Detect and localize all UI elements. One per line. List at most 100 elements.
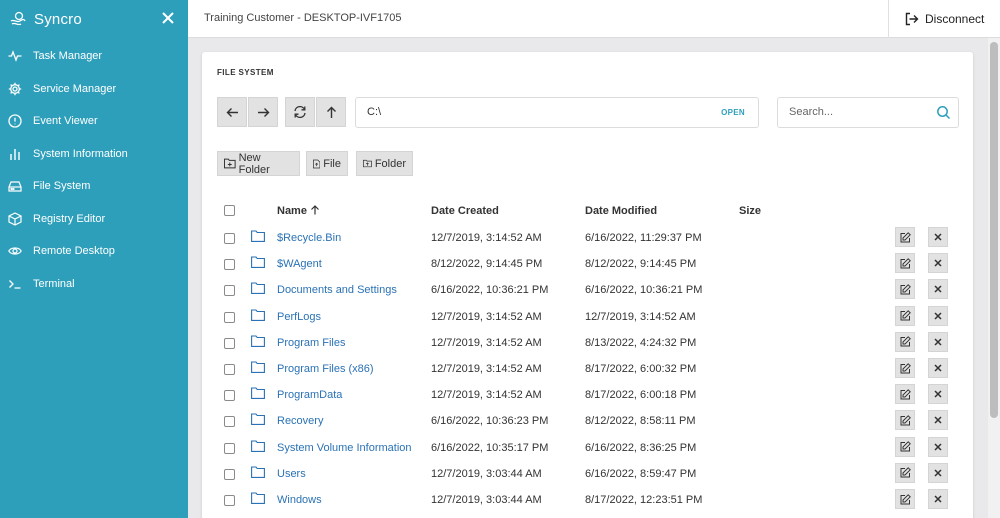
sidebar-item-label: Service Manager bbox=[33, 82, 117, 95]
table-row[interactable]: Recovery 6/16/2022, 10:36:23 PM 8/12/2022,… bbox=[202, 409, 973, 435]
hard-drive-icon bbox=[8, 179, 22, 193]
rename-button[interactable] bbox=[895, 227, 915, 247]
close-icon bbox=[934, 416, 942, 424]
file-name-link[interactable]: PerfLogs bbox=[277, 311, 321, 323]
row-checkbox[interactable] bbox=[224, 364, 235, 375]
rename-button[interactable] bbox=[895, 410, 915, 431]
rename-button[interactable] bbox=[895, 436, 915, 457]
row-checkbox[interactable] bbox=[224, 468, 235, 480]
sidebar-nav: Task Manager Service Manager Event Viewe… bbox=[0, 40, 188, 300]
delete-button[interactable] bbox=[928, 410, 948, 431]
search-box bbox=[777, 97, 959, 128]
file-name-link[interactable]: $Recycle.Bin bbox=[277, 232, 341, 244]
row-checkbox[interactable] bbox=[224, 259, 235, 271]
edit-icon bbox=[900, 283, 911, 295]
file-name-link[interactable]: ProgramData bbox=[277, 389, 342, 401]
file-name-link[interactable]: $WAgent bbox=[277, 258, 322, 270]
sidebar-item-remote-desktop[interactable]: Remote Desktop bbox=[0, 235, 188, 268]
file-name-link[interactable]: Recovery bbox=[277, 415, 323, 427]
search-input[interactable] bbox=[789, 106, 929, 118]
close-icon bbox=[934, 495, 942, 503]
table-row[interactable]: System Volume Information 6/16/2022, 10:3… bbox=[202, 436, 973, 462]
path-input[interactable] bbox=[367, 106, 667, 118]
date-modified: 8/12/2022, 9:14:45 PM bbox=[585, 258, 697, 271]
edit-icon bbox=[900, 231, 911, 242]
delete-button[interactable] bbox=[928, 227, 948, 247]
file-label: File bbox=[323, 157, 341, 170]
back-button[interactable] bbox=[217, 97, 247, 127]
delete-button[interactable] bbox=[928, 358, 948, 378]
sidebar-item-service-manager[interactable]: Service Manager bbox=[0, 73, 188, 106]
select-all-checkbox[interactable] bbox=[224, 205, 235, 216]
close-sidebar-button[interactable] bbox=[160, 10, 176, 26]
disconnect-button[interactable]: Disconnect bbox=[888, 0, 1000, 38]
open-button[interactable]: OPEN bbox=[721, 108, 745, 117]
file-name-link[interactable]: System Volume Information bbox=[277, 442, 412, 454]
column-header-name[interactable]: Name bbox=[277, 205, 320, 217]
table-row[interactable]: Documents and Settings 6/16/2022, 10:36:2… bbox=[202, 278, 973, 304]
file-name-link[interactable]: Program Files bbox=[277, 337, 345, 349]
sidebar-item-terminal[interactable]: Terminal bbox=[0, 268, 188, 301]
new-folder-button[interactable]: New Folder bbox=[217, 151, 300, 176]
row-checkbox[interactable] bbox=[224, 390, 235, 402]
rename-button[interactable] bbox=[895, 331, 915, 352]
table-row[interactable]: Program Files (x86) 12/7/2019, 3:14:52 AM… bbox=[202, 357, 973, 383]
scrollbar-thumb[interactable] bbox=[990, 42, 998, 418]
delete-button[interactable] bbox=[928, 462, 948, 483]
row-checkbox[interactable] bbox=[224, 442, 235, 454]
brand[interactable]: Syncro bbox=[8, 9, 82, 29]
sidebar-item-system-information[interactable]: System Information bbox=[0, 138, 188, 171]
sidebar-item-label: Terminal bbox=[33, 277, 75, 290]
search-icon[interactable] bbox=[936, 105, 951, 120]
file-name-link[interactable]: Users bbox=[277, 468, 306, 480]
delete-button[interactable] bbox=[928, 384, 948, 405]
upload-file-button[interactable]: File bbox=[306, 151, 348, 176]
rename-button[interactable] bbox=[895, 253, 915, 274]
row-checkbox[interactable] bbox=[224, 233, 235, 244]
folder-icon bbox=[251, 256, 265, 269]
delete-button[interactable] bbox=[928, 436, 948, 457]
table-row[interactable]: Users 12/7/2019, 3:03:44 AM 6/16/2022, 8:5… bbox=[202, 462, 973, 488]
bar-chart-icon bbox=[8, 147, 22, 161]
table-row[interactable]: Program Files 12/7/2019, 3:14:52 AM 8/13/2… bbox=[202, 331, 973, 357]
table-row[interactable]: $Recycle.Bin 12/7/2019, 3:14:52 AM 6/16/20… bbox=[202, 226, 973, 252]
forward-button[interactable] bbox=[248, 97, 278, 127]
rename-button[interactable] bbox=[895, 305, 915, 326]
upload-folder-button[interactable]: Folder bbox=[356, 151, 413, 176]
column-header-created[interactable]: Date Created bbox=[431, 205, 499, 217]
table-row[interactable]: PerfLogs 12/7/2019, 3:14:52 AM 12/7/2019, … bbox=[202, 305, 973, 331]
column-header-modified[interactable]: Date Modified bbox=[585, 205, 657, 217]
sidebar-item-event-viewer[interactable]: Event Viewer bbox=[0, 105, 188, 138]
file-name-link[interactable]: Documents and Settings bbox=[277, 284, 397, 296]
sidebar-item-task-manager[interactable]: Task Manager bbox=[0, 40, 188, 73]
page-scrollbar[interactable] bbox=[988, 38, 1000, 518]
delete-button[interactable] bbox=[928, 331, 948, 352]
up-directory-button[interactable] bbox=[316, 97, 346, 127]
row-checkbox[interactable] bbox=[224, 416, 235, 428]
date-created: 8/12/2022, 9:14:45 PM bbox=[431, 258, 543, 271]
row-checkbox[interactable] bbox=[224, 495, 235, 506]
row-checkbox[interactable] bbox=[224, 337, 235, 349]
file-name-link[interactable]: Program Files (x86) bbox=[277, 363, 374, 375]
refresh-button[interactable] bbox=[285, 97, 315, 127]
rename-button[interactable] bbox=[895, 489, 915, 509]
delete-button[interactable] bbox=[928, 305, 948, 326]
rename-button[interactable] bbox=[895, 358, 915, 378]
new-folder-label: New Folder bbox=[238, 151, 270, 176]
column-header-size[interactable]: Size bbox=[739, 205, 761, 217]
sidebar-item-registry-editor[interactable]: Registry Editor bbox=[0, 203, 188, 236]
row-checkbox[interactable] bbox=[224, 311, 235, 323]
row-checkbox[interactable] bbox=[224, 285, 235, 297]
table-row[interactable]: Windows 12/7/2019, 3:03:44 AM 8/17/2022, 1… bbox=[202, 488, 973, 514]
rename-button[interactable] bbox=[895, 462, 915, 483]
table-row[interactable]: ProgramData 12/7/2019, 3:14:52 AM 8/17/202… bbox=[202, 383, 973, 409]
delete-button[interactable] bbox=[928, 489, 948, 509]
rename-button[interactable] bbox=[895, 384, 915, 405]
delete-button[interactable] bbox=[928, 253, 948, 274]
file-name-link[interactable]: Windows bbox=[277, 494, 322, 506]
sidebar-item-file-system[interactable]: File System bbox=[0, 170, 188, 203]
delete-button[interactable] bbox=[928, 279, 948, 300]
folder-icon bbox=[251, 440, 265, 452]
rename-button[interactable] bbox=[895, 279, 915, 300]
table-row[interactable]: $WAgent 8/12/2022, 9:14:45 PM 8/12/2022, 9… bbox=[202, 252, 973, 278]
